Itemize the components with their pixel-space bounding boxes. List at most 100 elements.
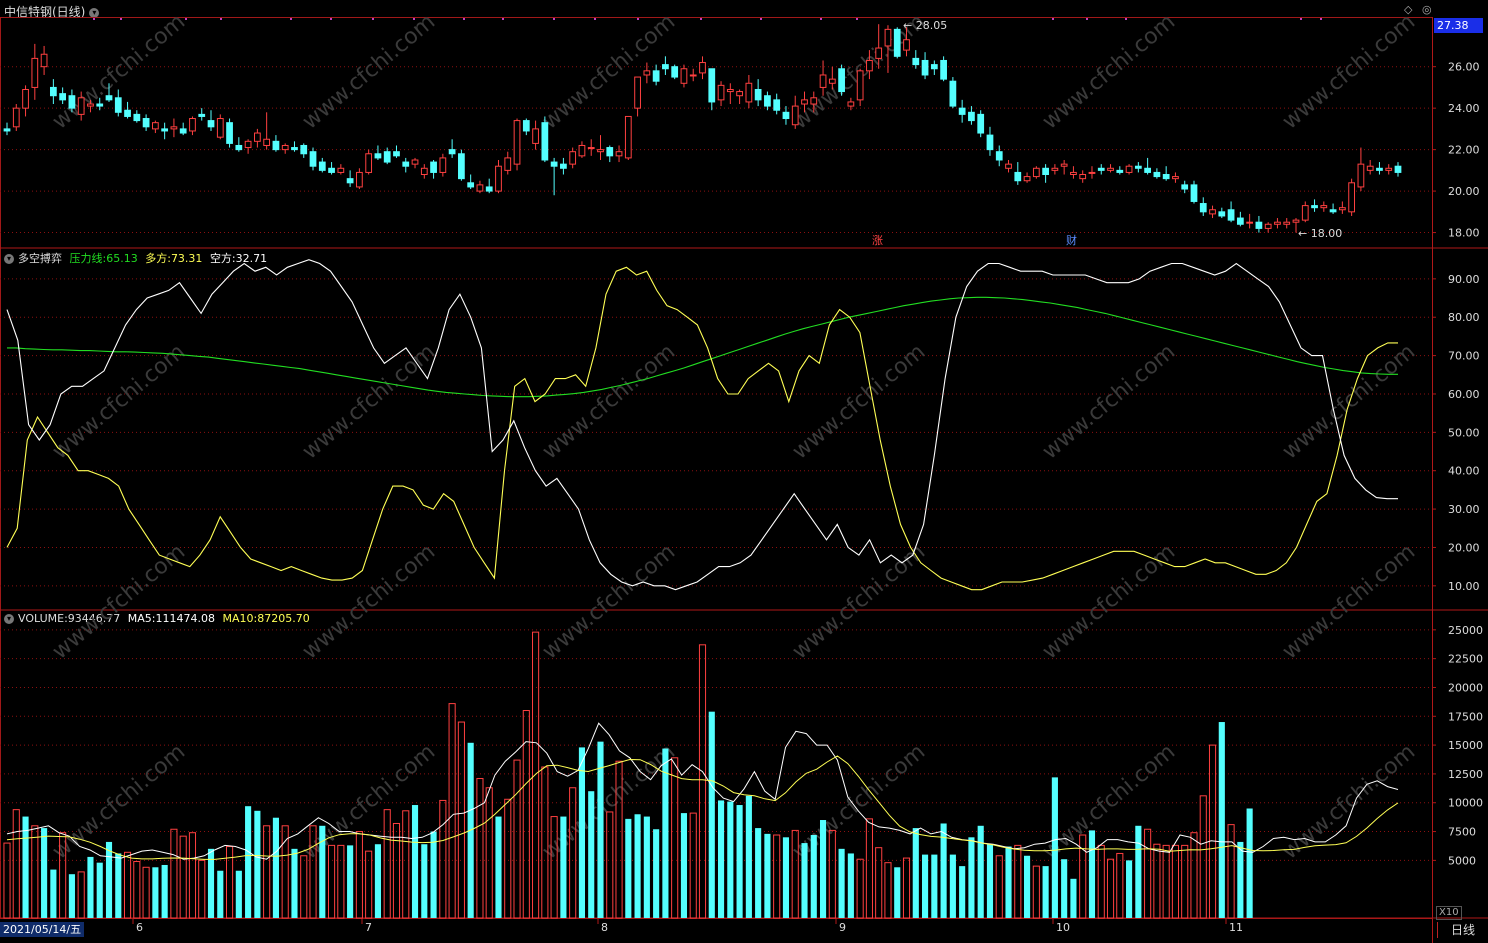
volume-unit-label: X10 bbox=[1436, 906, 1462, 920]
watermark-text: www.cfchi.com bbox=[1038, 9, 1180, 134]
volume-bar bbox=[921, 854, 929, 918]
volume-bar bbox=[1153, 843, 1161, 919]
volume-bar bbox=[198, 859, 206, 919]
candles bbox=[3, 24, 1402, 233]
volume-bar bbox=[755, 828, 762, 918]
volume-bar bbox=[3, 842, 11, 919]
watermark-text: www.cfchi.com bbox=[788, 339, 930, 464]
candle bbox=[736, 91, 743, 97]
volume-bar bbox=[448, 703, 456, 919]
candle bbox=[847, 101, 855, 107]
candle bbox=[801, 99, 808, 105]
event-dot bbox=[1300, 18, 1302, 20]
watermark-text: www.cfchi.com bbox=[788, 739, 930, 864]
indicator-axis-label: 30.00 bbox=[1448, 503, 1480, 516]
candle bbox=[875, 47, 883, 59]
event-dot bbox=[856, 18, 858, 20]
volume-bar bbox=[995, 855, 1003, 919]
candle bbox=[745, 82, 753, 103]
event-dot bbox=[93, 18, 95, 20]
candle bbox=[1227, 209, 1235, 221]
volume-bar bbox=[1144, 828, 1152, 919]
candle bbox=[179, 128, 187, 134]
candle bbox=[1274, 221, 1281, 225]
candle bbox=[151, 122, 159, 130]
volume-bar bbox=[902, 857, 911, 919]
volume-bar bbox=[152, 867, 159, 918]
candle bbox=[949, 80, 957, 107]
volume-axis-label: 15000 bbox=[1448, 739, 1483, 752]
period-selector[interactable]: 日线 bbox=[1437, 922, 1488, 938]
candle bbox=[142, 118, 150, 128]
watermark-text: www.cfchi.com bbox=[48, 739, 190, 864]
candle bbox=[1144, 167, 1151, 173]
volume-bar bbox=[115, 853, 122, 918]
event-dot bbox=[413, 18, 415, 20]
volume-bar bbox=[560, 816, 567, 918]
crosshair-date-label: 2021/05/14/五 bbox=[0, 922, 85, 937]
event-dot bbox=[120, 18, 122, 20]
candle bbox=[884, 28, 892, 47]
volume-bar bbox=[383, 809, 391, 919]
volume-bar bbox=[1171, 844, 1180, 919]
volume-bar bbox=[1042, 866, 1049, 918]
volume-bar bbox=[1246, 808, 1253, 918]
candle bbox=[940, 59, 947, 80]
candle bbox=[754, 88, 762, 101]
candle bbox=[263, 138, 271, 146]
volume-bar bbox=[1070, 878, 1077, 918]
candle bbox=[49, 86, 57, 97]
volume-bar bbox=[1005, 846, 1012, 918]
candle bbox=[541, 122, 549, 161]
volume-bar bbox=[865, 818, 873, 919]
volume-bar bbox=[606, 811, 614, 919]
candle bbox=[1218, 211, 1226, 217]
volume-bar bbox=[355, 831, 363, 919]
volume-bar bbox=[328, 844, 336, 919]
candle bbox=[819, 74, 827, 88]
volume-axis-label: 17500 bbox=[1448, 710, 1483, 723]
candle bbox=[995, 151, 1003, 161]
candle bbox=[411, 159, 419, 165]
candle bbox=[1051, 167, 1059, 171]
candle bbox=[1172, 176, 1179, 180]
candle bbox=[615, 151, 623, 157]
event-dot bbox=[700, 18, 702, 20]
event-dot bbox=[330, 18, 332, 20]
event-dot bbox=[220, 18, 222, 20]
volume-bar bbox=[745, 795, 752, 918]
candle bbox=[1134, 165, 1142, 169]
watermark-text: www.cfchi.com bbox=[48, 9, 190, 134]
event-dot bbox=[1086, 18, 1088, 20]
price-low-label: ← 18.00 bbox=[1298, 227, 1342, 240]
event-dot bbox=[637, 18, 639, 20]
volume-bar bbox=[634, 814, 641, 918]
candle bbox=[522, 120, 530, 132]
volume-bar bbox=[133, 861, 141, 919]
candle bbox=[652, 70, 660, 82]
volume-bar bbox=[77, 871, 85, 919]
watermark-text: www.cfchi.com bbox=[298, 739, 440, 864]
watermark-text: www.cfchi.com bbox=[1278, 739, 1420, 864]
x-axis-month-label: 8 bbox=[601, 921, 608, 934]
candle bbox=[662, 64, 669, 70]
candle bbox=[1199, 203, 1207, 213]
candle bbox=[1366, 165, 1374, 171]
volume-bar bbox=[986, 844, 994, 918]
indicator-axis-label: 10.00 bbox=[1448, 580, 1480, 593]
candle bbox=[1246, 221, 1254, 224]
volume-bar bbox=[142, 866, 150, 919]
candle bbox=[383, 151, 391, 163]
candle bbox=[624, 115, 632, 159]
candle bbox=[1097, 167, 1105, 171]
candle bbox=[866, 59, 873, 72]
candle bbox=[1125, 165, 1133, 173]
candle bbox=[485, 186, 493, 192]
chart-canvas[interactable]: 26.00 24.00 22.00 20.00 18.00 90.00 80.00 70.00… bbox=[0, 0, 1488, 943]
indicator-axis-label: 70.00 bbox=[1448, 350, 1480, 363]
volume-bar bbox=[1024, 855, 1031, 918]
volume-bar bbox=[123, 851, 132, 919]
candle bbox=[1023, 176, 1031, 182]
event-dot bbox=[290, 18, 292, 20]
volume-bar bbox=[689, 812, 697, 919]
